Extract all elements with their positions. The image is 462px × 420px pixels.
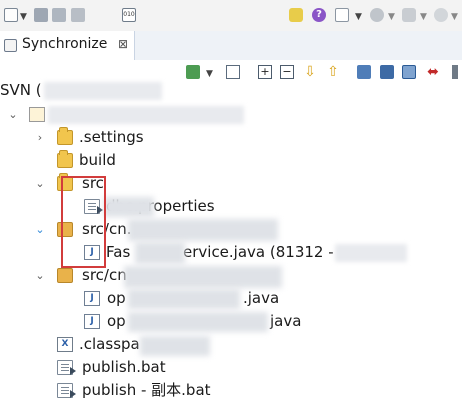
- tree-item-label-end: .java: [243, 289, 280, 307]
- new-dropdown-arrow[interactable]: ▼: [20, 12, 27, 22]
- main-toolbar: ▼ 010 ? ▼ ▼ ▼ ▼: [0, 0, 462, 32]
- tree-item-label: .settings: [79, 128, 144, 146]
- redacted-filename-part: [128, 312, 268, 332]
- tree-item-label-end: ervice.java (81312 -: [183, 243, 334, 261]
- package-icon: [57, 268, 73, 283]
- incoming-mode-icon[interactable]: [357, 65, 371, 79]
- redacted-package-name: [128, 219, 278, 241]
- redacted-filename-part: [104, 197, 154, 217]
- tree-item-label: build: [79, 151, 116, 169]
- new-java-dropdown-arrow[interactable]: ▼: [355, 12, 362, 22]
- folder-icon: [57, 150, 73, 168]
- pin-icon[interactable]: [226, 65, 240, 79]
- redacted-filename-part: [140, 336, 210, 356]
- xml-file-icon: X: [57, 337, 73, 352]
- lock-icon[interactable]: [289, 8, 303, 22]
- synchronize-icon[interactable]: [186, 65, 200, 79]
- view-toolbar: ▼ + − ⇩ ⇧ ⬌: [0, 60, 462, 84]
- synchronize-dropdown-arrow[interactable]: ▼: [206, 69, 213, 79]
- tree-item-label: .classpa: [79, 335, 140, 353]
- new-wizard-icon[interactable]: [4, 8, 18, 22]
- external-tools-icon[interactable]: [402, 8, 416, 22]
- conflicts-mode-icon[interactable]: ⬌: [426, 65, 440, 79]
- file-outgoing-icon: [57, 360, 76, 375]
- redacted-filename-part: [128, 289, 240, 309]
- folder-icon: [57, 127, 73, 145]
- binary-icon[interactable]: 010: [122, 8, 136, 22]
- tree-item-label-start: Fas: [106, 243, 131, 261]
- synchronize-view-icon: [4, 39, 17, 52]
- view-menu-icon[interactable]: [452, 65, 458, 79]
- next-difference-icon[interactable]: ⇩: [303, 65, 317, 79]
- print-icon[interactable]: [71, 8, 85, 22]
- tree-item-label-start: op: [107, 312, 126, 330]
- new-java-icon[interactable]: [335, 8, 349, 22]
- highlight-annotation-box: [61, 176, 106, 268]
- tree-item-label-start: op: [107, 289, 126, 307]
- expand-twisty[interactable]: ⌄: [7, 103, 19, 126]
- save-icon[interactable]: [34, 8, 48, 22]
- redacted-filename-part: [135, 242, 185, 264]
- expand-twisty[interactable]: ⌄: [34, 218, 46, 241]
- search-icon[interactable]: [434, 8, 448, 22]
- collapse-all-icon[interactable]: −: [280, 65, 294, 79]
- expand-twisty[interactable]: ⌄: [34, 172, 46, 195]
- tree-item-label: publish.bat: [82, 358, 166, 376]
- run-icon[interactable]: [370, 8, 384, 22]
- redacted-package-name: [124, 266, 282, 288]
- java-file-icon: J: [84, 291, 100, 306]
- redacted-revision-info: [335, 244, 407, 262]
- tree-item-label-end: java: [270, 312, 302, 330]
- expand-all-icon[interactable]: +: [258, 65, 272, 79]
- redacted-project-name: [48, 106, 244, 124]
- tab-title: Synchronize: [22, 36, 108, 52]
- external-tools-dropdown-arrow[interactable]: ▼: [420, 12, 427, 22]
- help-icon[interactable]: ?: [312, 8, 326, 22]
- tree-item-label: publish - 副本.bat: [82, 381, 211, 399]
- expand-twisty[interactable]: ⌄: [34, 264, 46, 287]
- file-outgoing-icon: [57, 383, 76, 398]
- save-all-icon[interactable]: [52, 8, 66, 22]
- search-dropdown-arrow[interactable]: ▼: [451, 12, 458, 22]
- tab-synchronize[interactable]: Synchronize ⊠: [0, 31, 135, 60]
- project-icon: [29, 107, 45, 122]
- svn-root-label: SVN (: [0, 81, 42, 99]
- incoming-outgoing-mode-icon[interactable]: [402, 65, 416, 79]
- outgoing-mode-icon[interactable]: [380, 65, 394, 79]
- previous-difference-icon[interactable]: ⇧: [326, 65, 340, 79]
- view-tab-bar: Synchronize ⊠: [0, 31, 462, 61]
- java-file-icon: J: [84, 314, 100, 329]
- redacted-repo-name: [44, 82, 162, 100]
- close-icon[interactable]: ⊠: [118, 37, 128, 51]
- collapse-twisty[interactable]: ›: [34, 126, 46, 149]
- run-dropdown-arrow[interactable]: ▼: [388, 12, 395, 22]
